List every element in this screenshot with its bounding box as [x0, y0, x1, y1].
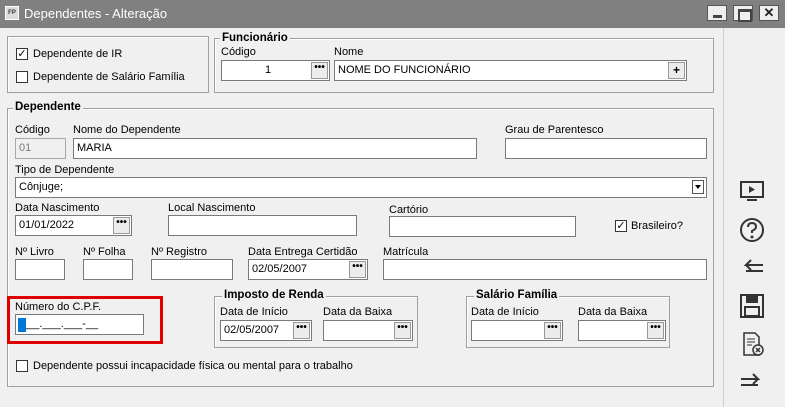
- title-bar: FP Dependentes - Alteração ✕: [0, 0, 785, 28]
- nome-dependente-label: Nome do Dependente: [73, 124, 181, 136]
- data-nascimento-label: Data Nascimento: [15, 202, 100, 214]
- sf-baixa-input[interactable]: •••: [578, 320, 666, 341]
- sf-baixa-calendar-button[interactable]: •••: [647, 322, 664, 339]
- data-nascimento-input[interactable]: 01/01/2022 •••: [15, 215, 132, 236]
- funcionario-codigo-lookup-button[interactable]: •••: [311, 62, 328, 79]
- back-arrow-icon[interactable]: [738, 254, 766, 282]
- numero-livro-label: Nº Livro: [15, 246, 54, 258]
- matricula-label: Matrícula: [383, 246, 429, 258]
- dependente-codigo-input: 01: [15, 138, 66, 159]
- sf-inicio-calendar-button[interactable]: •••: [544, 322, 561, 339]
- data-entrega-calendar-button[interactable]: •••: [349, 261, 366, 278]
- brasileiro-checkbox[interactable]: ✓: [615, 220, 627, 232]
- ir-inicio-input[interactable]: 02/05/2007 •••: [220, 320, 312, 341]
- chevron-down-icon[interactable]: [692, 180, 704, 194]
- data-entrega-certidao-value: 02/05/2007: [252, 263, 308, 275]
- dependente-legend: Dependente: [13, 101, 83, 113]
- local-nascimento-label: Local Nascimento: [168, 202, 256, 214]
- tipo-dependente-value: Cônjuge;: [19, 181, 64, 193]
- funcionario-codigo-input[interactable]: 1 •••: [221, 60, 330, 81]
- delete-document-icon[interactable]: [738, 330, 766, 358]
- numero-folha-label: Nº Folha: [83, 246, 126, 258]
- cartorio-input[interactable]: [389, 216, 576, 237]
- numero-registro-input[interactable]: [151, 259, 233, 280]
- tipo-dependente-select[interactable]: Cônjuge;: [15, 177, 707, 198]
- cpf-input[interactable]: ___.___.___-__: [15, 314, 144, 335]
- incapacidade-label: Dependente possui incapacidade física ou…: [33, 360, 353, 372]
- funcionario-codigo-value: 1: [264, 64, 272, 76]
- numero-livro-input[interactable]: [15, 259, 65, 280]
- dependentes-window: FP Dependentes - Alteração ✕ ✓ Dependent…: [0, 0, 785, 407]
- save-icon[interactable]: [738, 292, 766, 320]
- minimize-button[interactable]: [707, 5, 727, 21]
- ir-inicio-label: Data de Início: [220, 306, 288, 318]
- window-title: Dependentes - Alteração: [24, 6, 168, 21]
- ir-baixa-calendar-button[interactable]: •••: [394, 322, 411, 339]
- imposto-renda-legend: Imposto de Renda: [222, 289, 326, 301]
- funcionario-nome-input[interactable]: NOME DO FUNCIONÁRIO +: [334, 60, 687, 81]
- funcionario-nome-label: Nome: [334, 46, 364, 58]
- forward-arrow-icon[interactable]: [738, 368, 766, 396]
- numero-folha-input[interactable]: [83, 259, 133, 280]
- local-nascimento-input[interactable]: [168, 215, 357, 236]
- text-cursor: [18, 318, 26, 332]
- salario-familia-legend: Salário Família: [474, 289, 560, 301]
- grau-parentesco-input[interactable]: [505, 138, 707, 159]
- dependente-salario-familia-label: Dependente de Salário Família: [33, 71, 185, 83]
- action-sidebar: [723, 28, 785, 407]
- data-nascimento-value: 01/01/2022: [19, 219, 75, 231]
- nome-dependente-input[interactable]: MARIA: [73, 138, 477, 159]
- ir-inicio-value: 02/05/2007: [224, 324, 280, 336]
- funcionario-codigo-label: Código: [221, 46, 256, 58]
- cpf-value: ___.___.___-__: [21, 318, 99, 330]
- dependente-salario-familia-checkbox[interactable]: [16, 71, 28, 83]
- sf-inicio-label: Data de Início: [471, 306, 539, 318]
- dependente-ir-label: Dependente de IR: [33, 48, 123, 60]
- monitor-icon[interactable]: [738, 178, 766, 206]
- funcionario-nome-value: NOME DO FUNCIONÁRIO: [338, 64, 471, 76]
- funcionario-add-button[interactable]: +: [668, 62, 685, 79]
- cpf-label: Número do C.P.F.: [15, 301, 102, 313]
- data-entrega-certidao-label: Data Entrega Certidão: [248, 246, 358, 258]
- dependente-codigo-label: Código: [15, 124, 50, 136]
- sf-inicio-input[interactable]: •••: [471, 320, 563, 341]
- close-button[interactable]: ✕: [759, 5, 779, 21]
- flags-group: [7, 36, 209, 93]
- cartorio-label: Cartório: [389, 204, 429, 216]
- maximize-button[interactable]: [733, 5, 753, 22]
- help-icon[interactable]: [738, 216, 766, 244]
- numero-registro-label: Nº Registro: [151, 246, 207, 258]
- incapacidade-checkbox[interactable]: [16, 360, 28, 372]
- matricula-input[interactable]: [383, 259, 707, 280]
- ir-baixa-label: Data da Baixa: [323, 306, 393, 318]
- tipo-dependente-label: Tipo de Dependente: [15, 164, 115, 176]
- app-icon: FP: [5, 6, 19, 20]
- dependente-ir-checkbox[interactable]: ✓: [16, 48, 28, 60]
- sf-baixa-label: Data da Baixa: [578, 306, 648, 318]
- grau-parentesco-label: Grau de Parentesco: [505, 124, 604, 136]
- data-nascimento-calendar-button[interactable]: •••: [113, 217, 130, 234]
- ir-baixa-input[interactable]: •••: [323, 320, 413, 341]
- ir-inicio-calendar-button[interactable]: •••: [293, 322, 310, 339]
- funcionario-legend: Funcionário: [220, 32, 290, 44]
- brasileiro-label: Brasileiro?: [631, 220, 683, 232]
- data-entrega-certidao-input[interactable]: 02/05/2007 •••: [248, 259, 368, 280]
